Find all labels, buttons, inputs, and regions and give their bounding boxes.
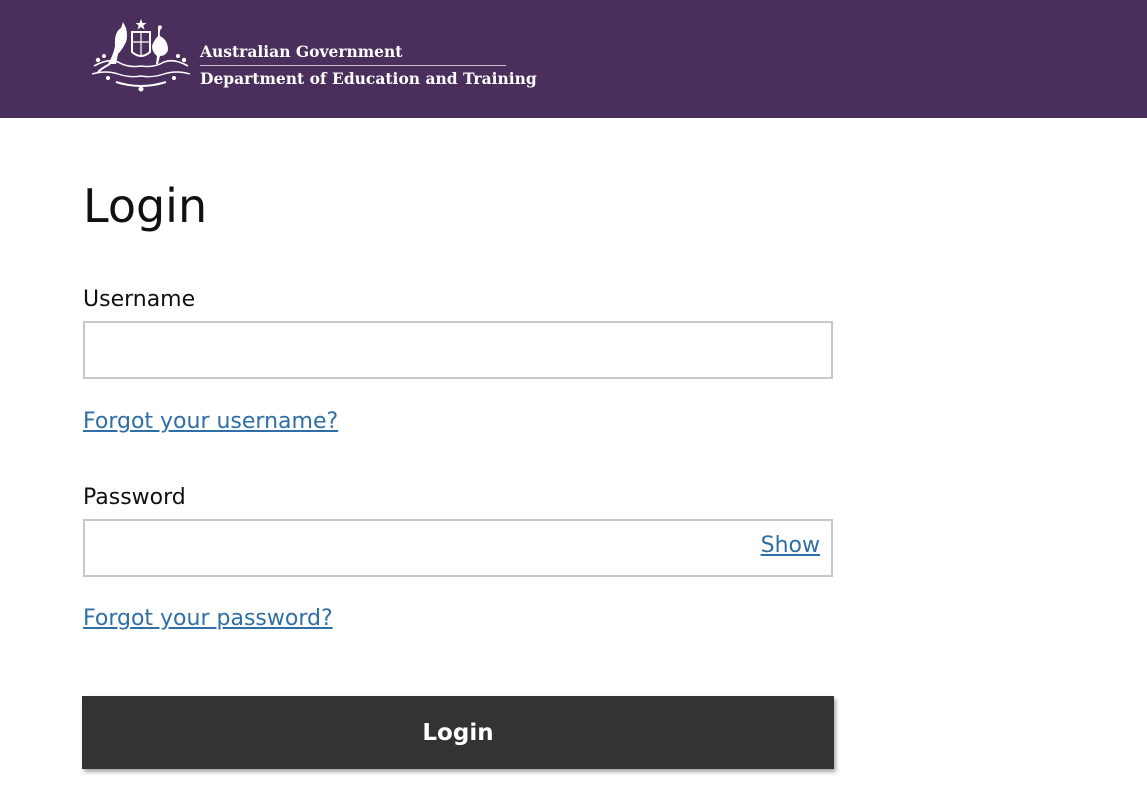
site-header: Australian Government Department of Educ… (0, 0, 1147, 118)
password-field-wrapper: Show (83, 519, 833, 577)
forgot-username-link[interactable]: Forgot your username? (83, 408, 338, 436)
coat-of-arms-icon (91, 19, 191, 92)
password-label: Password (83, 485, 186, 510)
government-branding: Australian Government Department of Educ… (200, 42, 537, 89)
password-input[interactable] (83, 519, 833, 577)
username-label: Username (83, 287, 196, 312)
show-password-link[interactable]: Show (761, 534, 820, 558)
forgot-password-link[interactable]: Forgot your password? (83, 605, 333, 633)
username-input[interactable] (83, 321, 833, 379)
government-name: Australian Government (200, 42, 506, 66)
login-button[interactable]: Login (82, 696, 834, 769)
page-title: Login (83, 179, 208, 233)
department-name: Department of Education and Training (200, 69, 537, 88)
